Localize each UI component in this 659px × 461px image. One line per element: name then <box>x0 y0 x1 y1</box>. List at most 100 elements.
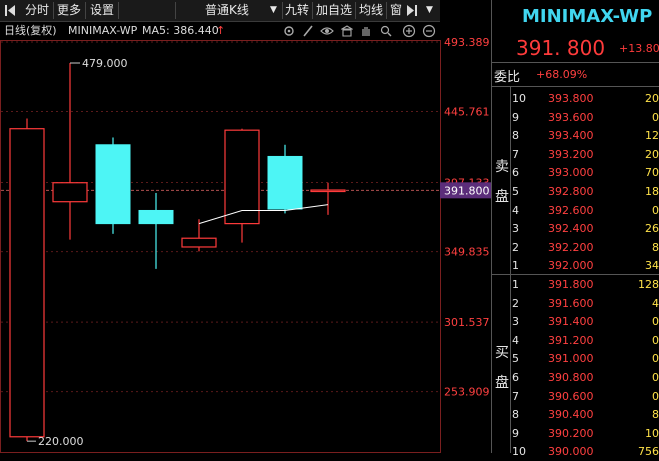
price-axis-label: 349.835 <box>444 246 490 259</box>
order-price: 391.000 <box>548 352 594 366</box>
order-book-row[interactable]: 10 393.800 20 <box>492 89 659 108</box>
order-price: 390.200 <box>548 426 594 440</box>
candle-body <box>9 128 45 438</box>
order-volume: 20 <box>645 147 659 161</box>
candle-body <box>267 155 303 210</box>
order-book-row[interactable]: 7 390.600 0 <box>492 387 659 406</box>
order-level: 10 <box>512 445 526 459</box>
draw-pen-icon[interactable] <box>302 22 314 46</box>
order-price: 392.600 <box>548 203 594 217</box>
order-level: 7 <box>512 389 519 403</box>
order-book-row[interactable]: 8 390.400 8 <box>492 405 659 424</box>
order-volume: 0 <box>652 389 659 403</box>
tab-more[interactable]: 更多 <box>57 0 81 21</box>
order-level: 4 <box>512 203 519 217</box>
order-level: 9 <box>512 110 519 124</box>
price-axis-label: 253.909 <box>444 386 490 399</box>
order-book-row[interactable]: 7 393.200 20 <box>492 145 659 164</box>
order-book-row[interactable]: 4 391.200 0 <box>492 331 659 350</box>
ma5-trend-arrow: ↑ <box>216 24 226 37</box>
order-level: 4 <box>512 333 519 347</box>
ma5-label: MA5: 386.440 <box>142 24 219 37</box>
low-annotation: 220.000 <box>38 435 84 448</box>
current-price-label: 391.800 <box>444 184 490 197</box>
order-volume: 34 <box>645 259 659 273</box>
kline-type-select[interactable]: 普通K线 <box>205 0 249 21</box>
order-book-row[interactable]: 2 391.600 4 <box>492 294 659 313</box>
order-book-row[interactable]: 9 390.200 10 <box>492 424 659 443</box>
order-book-row[interactable]: 1 392.000 34 <box>492 256 659 275</box>
dropdown-icon[interactable]: ▼ <box>426 0 433 21</box>
zoom-in-icon[interactable] <box>402 22 416 46</box>
order-book-row[interactable]: 9 393.600 0 <box>492 108 659 127</box>
order-price: 392.200 <box>548 240 594 254</box>
bank-icon[interactable] <box>340 22 354 46</box>
order-volume: 20 <box>645 92 659 105</box>
candle-body <box>138 209 174 225</box>
moving-average-button[interactable]: 均线 <box>359 0 383 21</box>
order-price: 392.400 <box>548 222 594 236</box>
search-icon[interactable] <box>380 22 392 46</box>
order-price: 390.800 <box>548 371 594 384</box>
next-icon[interactable] <box>406 0 418 21</box>
order-price: 393.600 <box>548 110 594 124</box>
order-level: 3 <box>512 315 519 329</box>
chevron-down-icon[interactable]: ▼ <box>270 0 277 21</box>
order-price: 393.200 <box>548 147 594 161</box>
order-price: 390.600 <box>548 389 594 403</box>
order-book-row[interactable]: 5 392.800 18 <box>492 182 659 201</box>
collapse-icon[interactable] <box>4 0 16 21</box>
order-volume: 128 <box>638 278 659 291</box>
candle-body <box>181 237 217 248</box>
quote-symbol: MINIMAX-WP <box>522 6 653 27</box>
nine-turn-button[interactable]: 九转 <box>285 0 309 21</box>
tab-intraday[interactable]: 分时 <box>25 0 49 21</box>
last-price: 391. 800 <box>516 36 606 60</box>
price-axis-label: 301.537 <box>444 316 490 329</box>
add-watchlist-button[interactable]: 加自选 <box>316 0 352 21</box>
zoom-out-icon[interactable] <box>422 22 436 46</box>
order-level: 7 <box>512 147 519 161</box>
order-book-row[interactable]: 6 393.000 70 <box>492 163 659 182</box>
order-book-row[interactable]: 6 390.800 0 <box>492 368 659 387</box>
order-book-row[interactable]: 3 391.400 0 <box>492 312 659 331</box>
order-level: 2 <box>512 240 519 254</box>
order-level: 1 <box>512 259 519 273</box>
window-button[interactable]: 窗 <box>390 0 402 21</box>
order-volume: 12 <box>645 129 659 143</box>
order-book-row[interactable]: 5 391.000 0 <box>492 349 659 368</box>
order-book-row[interactable]: 1 391.800 128 <box>492 275 659 294</box>
hand-icon[interactable] <box>360 22 372 46</box>
high-annotation: 479.000 <box>82 57 128 70</box>
order-book-row[interactable]: 10 390.000 756 <box>492 442 659 461</box>
order-level: 5 <box>512 352 519 366</box>
price-axis-label: 397.133 <box>444 177 490 190</box>
candle-body <box>52 182 88 203</box>
tab-settings[interactable]: 设置 <box>90 0 114 21</box>
order-volume: 4 <box>652 296 659 310</box>
price-axis-label: 493.389 <box>444 36 490 49</box>
order-price: 393.800 <box>548 92 594 105</box>
candle-body <box>95 144 131 225</box>
order-volume: 0 <box>652 371 659 384</box>
order-volume: 8 <box>652 408 659 422</box>
eye-icon[interactable] <box>320 22 334 46</box>
order-price: 391.800 <box>548 278 594 291</box>
price-change: +13.80 <box>619 42 659 55</box>
settings-icon[interactable] <box>283 22 295 46</box>
order-book-row[interactable]: 2 392.200 8 <box>492 238 659 257</box>
order-level: 9 <box>512 426 519 440</box>
order-book-row[interactable]: 3 392.400 26 <box>492 219 659 238</box>
ma5-line <box>198 204 329 225</box>
order-volume: 0 <box>652 203 659 217</box>
candle-body <box>224 129 260 225</box>
order-level: 2 <box>512 296 519 310</box>
order-price: 391.400 <box>548 315 594 329</box>
order-book-row[interactable]: 8 393.400 12 <box>492 126 659 145</box>
order-volume: 0 <box>652 352 659 366</box>
order-volume: 70 <box>645 166 659 180</box>
order-level: 5 <box>512 185 519 198</box>
order-book-row[interactable]: 4 392.600 0 <box>492 201 659 220</box>
order-volume: 0 <box>652 110 659 124</box>
order-level: 8 <box>512 129 519 143</box>
